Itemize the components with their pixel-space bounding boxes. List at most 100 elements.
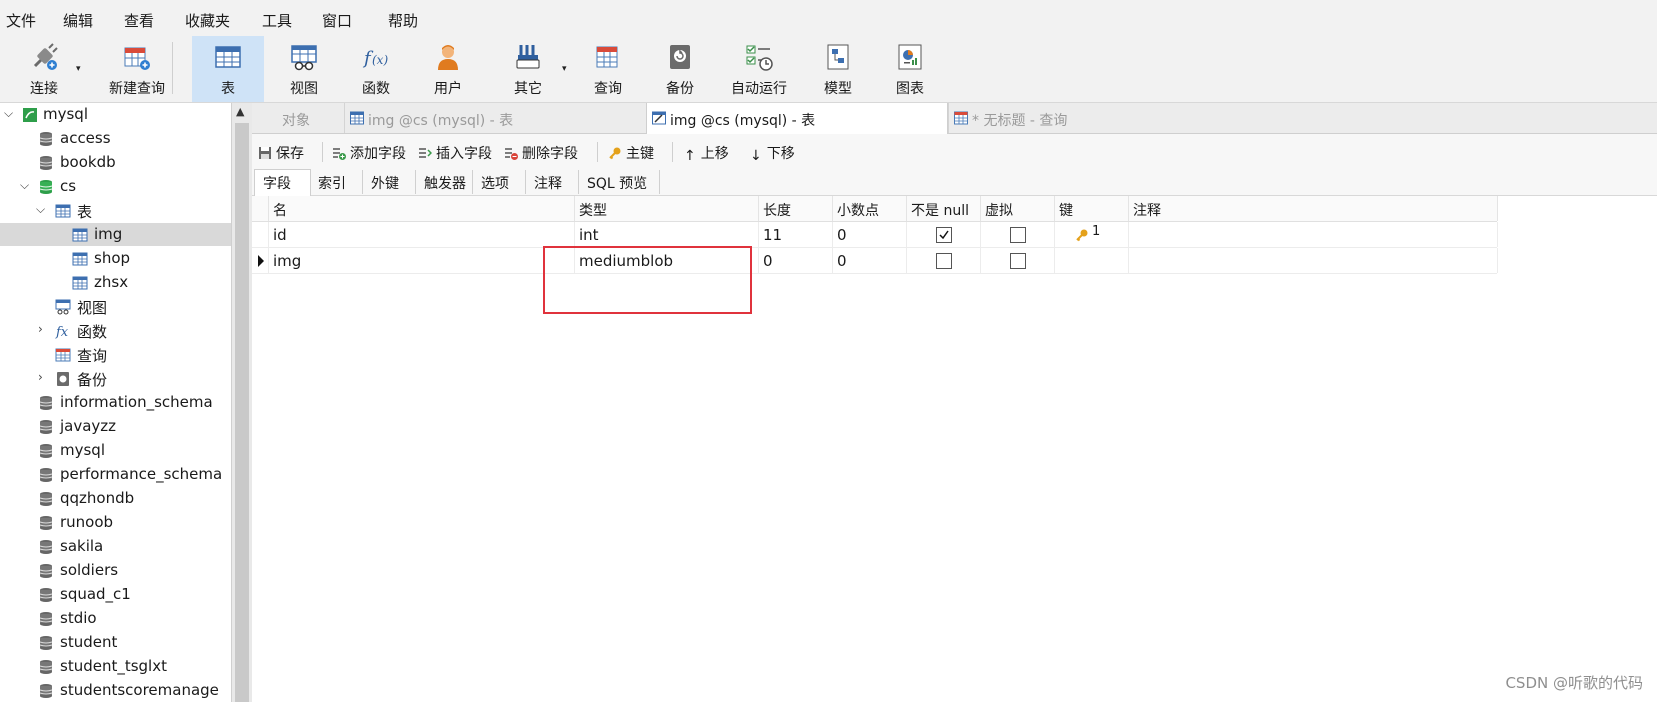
- connect-dropdown-icon[interactable]: ▾: [76, 64, 81, 74]
- tree-db-stdio[interactable]: stdio: [0, 607, 231, 630]
- tree-db-sakila[interactable]: sakila: [0, 535, 231, 558]
- column-header-decimal[interactable]: 小数点: [832, 196, 907, 221]
- column-header-not-null[interactable]: 不是 null: [906, 196, 981, 221]
- chart-button[interactable]: 图表: [874, 36, 946, 102]
- scroll-up-icon[interactable]: ▲: [236, 105, 244, 118]
- tree-db-soldiers[interactable]: soldiers: [0, 559, 231, 582]
- tab-untitled-query[interactable]: * 无标题 - 查询: [948, 103, 1249, 133]
- table-row[interactable]: id int 11 0 1: [252, 222, 1498, 248]
- tree-db-squad-c1[interactable]: squad_c1: [0, 583, 231, 606]
- menu-help[interactable]: 帮助: [388, 10, 418, 31]
- cell-key[interactable]: [1054, 248, 1129, 273]
- table-row[interactable]: img mediumblob 0 0: [252, 248, 1498, 274]
- chevron-right-icon[interactable]: ›: [38, 370, 43, 384]
- auto-run-button[interactable]: 自动运行: [716, 36, 802, 102]
- column-header-length[interactable]: 长度: [758, 196, 833, 221]
- tree-connection-mysql[interactable]: ⌵ mysql: [0, 103, 231, 126]
- tree-table-shop[interactable]: shop: [0, 247, 231, 270]
- tab-objects[interactable]: 对象: [252, 103, 342, 133]
- column-header-name[interactable]: 名: [268, 196, 575, 221]
- tree-folder-backups[interactable]: › 备份: [0, 367, 231, 390]
- tree-folder-queries[interactable]: 查询: [0, 343, 231, 366]
- tab-comments[interactable]: 注释: [526, 170, 579, 194]
- cell-name[interactable]: img: [268, 248, 575, 273]
- add-field-button[interactable]: 添加字段: [332, 143, 406, 163]
- tab-indexes[interactable]: 索引: [310, 170, 363, 194]
- primary-key-button[interactable]: 主键: [608, 143, 654, 163]
- cell-decimal[interactable]: 0: [832, 248, 907, 273]
- chart-label: 图表: [896, 81, 924, 97]
- table-button[interactable]: 表: [192, 36, 264, 102]
- tree-db-bookdb[interactable]: bookdb: [0, 151, 231, 174]
- delete-field-button[interactable]: 删除字段: [504, 143, 578, 163]
- cell-comment[interactable]: [1128, 248, 1498, 273]
- tree-db-mysql[interactable]: mysql: [0, 439, 231, 462]
- cell-length[interactable]: 11: [758, 222, 833, 247]
- tab-sql-preview[interactable]: SQL 预览: [579, 170, 660, 194]
- chevron-down-icon[interactable]: ⌵: [20, 178, 29, 193]
- cell-key[interactable]: 1: [1054, 222, 1129, 247]
- tree-table-zhsx[interactable]: zhsx: [0, 271, 231, 294]
- backup-icon: [670, 45, 690, 69]
- cell-length[interactable]: 0: [758, 248, 833, 273]
- not-null-checkbox[interactable]: [936, 227, 952, 243]
- chevron-down-icon[interactable]: ⌵: [4, 106, 13, 121]
- tree-db-cs[interactable]: ⌵ cs: [0, 175, 231, 198]
- menu-view[interactable]: 查看: [124, 10, 154, 31]
- query-button[interactable]: 查询: [572, 36, 644, 102]
- view-button[interactable]: 视图: [268, 36, 340, 102]
- tree-db-studentscoremanage[interactable]: studentscoremanage: [0, 679, 231, 702]
- column-header-key[interactable]: 键: [1054, 196, 1129, 221]
- menu-window[interactable]: 窗口: [322, 10, 352, 31]
- other-dropdown-icon[interactable]: ▾: [562, 64, 567, 74]
- virtual-checkbox[interactable]: [1010, 227, 1026, 243]
- menu-file[interactable]: 文件: [6, 10, 36, 31]
- tree-db-student[interactable]: student: [0, 631, 231, 654]
- virtual-checkbox[interactable]: [1010, 253, 1026, 269]
- menu-edit[interactable]: 编辑: [63, 10, 93, 31]
- other-button[interactable]: 其它: [492, 36, 564, 102]
- tree-db-runoob[interactable]: runoob: [0, 511, 231, 534]
- not-null-checkbox[interactable]: [936, 253, 952, 269]
- tab-triggers[interactable]: 触发器: [416, 170, 473, 194]
- tree-folder-views[interactable]: 视图: [0, 295, 231, 318]
- scrollbar-thumb[interactable]: [235, 123, 249, 702]
- tree-folder-tables[interactable]: ⌵ 表: [0, 199, 231, 222]
- user-button[interactable]: 用户: [412, 36, 484, 102]
- chevron-right-icon[interactable]: ›: [38, 322, 43, 336]
- tree-db-qqzhondb[interactable]: qqzhondb: [0, 487, 231, 510]
- move-up-button[interactable]: ↑ 上移: [684, 143, 729, 164]
- model-button[interactable]: 模型: [802, 36, 874, 102]
- tab-img-table-1[interactable]: img @cs (mysql) - 表: [344, 103, 645, 133]
- cell-type[interactable]: int: [574, 222, 759, 247]
- tree-folder-functions[interactable]: › fx 函数: [0, 319, 231, 342]
- tree-db-information-schema[interactable]: information_schema: [0, 391, 231, 414]
- sidebar-scrollbar[interactable]: ▲: [231, 103, 252, 702]
- menu-tools[interactable]: 工具: [262, 10, 292, 31]
- tree-db-student-tsglxt[interactable]: student_tsglxt: [0, 655, 231, 678]
- insert-field-button[interactable]: 插入字段: [418, 143, 492, 163]
- function-button[interactable]: f (x) 函数: [340, 36, 412, 102]
- tab-foreign-keys[interactable]: 外键: [363, 170, 416, 194]
- tab-fields[interactable]: 字段: [254, 169, 311, 196]
- menu-favorites[interactable]: 收藏夹: [185, 10, 230, 31]
- backup-button[interactable]: 备份: [644, 36, 716, 102]
- tree-table-img[interactable]: img: [0, 223, 231, 246]
- tree-db-javayzz[interactable]: javayzz: [0, 415, 231, 438]
- cell-name[interactable]: id: [268, 222, 575, 247]
- table-label: 表: [221, 81, 235, 97]
- connect-button[interactable]: 连接: [14, 36, 74, 102]
- column-header-virtual[interactable]: 虚拟: [980, 196, 1055, 221]
- tab-img-table-2[interactable]: img @cs (mysql) - 表: [646, 103, 948, 134]
- cell-comment[interactable]: [1128, 222, 1498, 247]
- save-button[interactable]: 保存: [258, 143, 304, 163]
- tree-db-performance-schema[interactable]: performance_schema: [0, 463, 231, 486]
- tree-label: 查询: [77, 347, 108, 365]
- chevron-down-icon[interactable]: ⌵: [36, 202, 45, 217]
- tree-db-access[interactable]: access: [0, 127, 231, 150]
- column-header-comment[interactable]: 注释: [1128, 196, 1498, 221]
- tab-options[interactable]: 选项: [473, 170, 526, 194]
- column-header-type[interactable]: 类型: [574, 196, 759, 221]
- cell-decimal[interactable]: 0: [832, 222, 907, 247]
- move-down-button[interactable]: ↓ 下移: [750, 143, 795, 164]
